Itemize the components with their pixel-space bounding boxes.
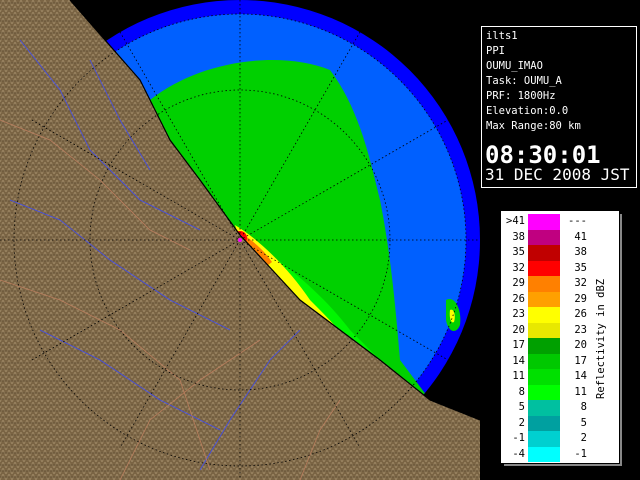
legend-row: 17 20 (501, 338, 601, 354)
legend-high-value: 2 (580, 432, 587, 444)
side-panel: ilts1 PPI OUMU_IMAO Task: OUMU_A PRF: 18… (480, 0, 640, 480)
legend-row: 23 26 (501, 307, 601, 323)
legend-low-value: 23 (512, 308, 525, 320)
legend-row: 20 23 (501, 322, 601, 338)
legend-high-value: 38 (574, 246, 587, 258)
scan-date: 31 DEC 2008 JST (485, 165, 630, 184)
legend-low-value: 17 (512, 339, 525, 351)
legend-high-value: 5 (580, 416, 587, 429)
legend-row: 38 41 (501, 229, 601, 245)
legend-color-swatch (528, 322, 560, 338)
legend-color-swatch (528, 229, 560, 245)
legend-color-swatch (528, 400, 560, 416)
legend-high-value: 41 (574, 230, 587, 243)
reflectivity-legend: >41 --- 38 41 35 38 32 35 29 32 26 29 23 26 20 23 17 20 14… (500, 210, 620, 464)
legend-color-swatch (528, 291, 560, 307)
legend-low-value: 35 (512, 246, 525, 258)
scan-info-box: ilts1 PPI OUMU_IMAO Task: OUMU_A PRF: 18… (481, 26, 637, 188)
radar-site-marker (238, 238, 242, 242)
legend-low-value: 20 (512, 323, 525, 336)
legend-row: -1 2 (501, 431, 601, 447)
max-range-value: Max Range:80 km (486, 120, 581, 132)
legend-title: Reflectivity in dBZ (593, 271, 609, 411)
legend-row: >41 --- (501, 214, 601, 230)
legend-low-value: 5 (518, 401, 525, 413)
legend-high-value: 32 (574, 277, 587, 289)
legend-color-swatch (528, 338, 560, 354)
legend-row: 26 29 (501, 291, 601, 307)
legend-high-value: 35 (574, 261, 587, 274)
task-name: Task: OUMU_A (486, 75, 562, 87)
legend-color-swatch (528, 415, 560, 431)
legend-color-swatch (528, 369, 560, 385)
legend-row: 14 17 (501, 353, 601, 369)
legend-low-value: 8 (518, 385, 525, 398)
legend-row: 58 (501, 400, 601, 416)
legend-high-value: 8 (580, 401, 587, 413)
legend-color-swatch (528, 276, 560, 292)
legend-low-value: -4 (512, 447, 525, 460)
legend-high-value: --- (568, 215, 587, 227)
legend-color-swatch (528, 245, 560, 261)
legend-high-value: 11 (574, 385, 587, 398)
legend-low-value: 29 (512, 277, 525, 289)
legend-color-swatch (528, 431, 560, 447)
legend-color-swatch (528, 307, 560, 323)
site-name: OUMU_IMAO (486, 60, 543, 72)
legend-high-value: 14 (574, 370, 587, 382)
legend-row: -4 -1 (501, 446, 601, 462)
legend-row: 25 (501, 415, 601, 431)
legend-row: 29 32 (501, 276, 601, 292)
legend-high-value: -1 (574, 447, 587, 460)
legend-low-value: 38 (512, 230, 525, 243)
legend-row: 11 14 (501, 369, 601, 385)
legend-high-value: 23 (574, 323, 587, 336)
legend-row: 32 35 (501, 260, 601, 276)
legend-low-value: 32 (512, 261, 525, 274)
legend-row: 8 11 (501, 384, 601, 400)
legend-title-text: Reflectivity in dBZ (595, 278, 607, 399)
legend-low-value: >41 (506, 215, 525, 227)
legend-high-value: 26 (574, 308, 587, 320)
legend-color-swatch (528, 353, 560, 369)
prf-value: PRF: 1800Hz (486, 90, 556, 102)
legend-low-value: 26 (512, 292, 525, 305)
radar-name: ilts1 (486, 30, 518, 42)
legend-color-swatch (528, 384, 560, 400)
legend-low-value: 14 (512, 354, 525, 367)
legend-low-value: -1 (512, 432, 525, 444)
scan-type: PPI (486, 45, 505, 57)
legend-high-value: 17 (574, 354, 587, 367)
legend-color-swatch (528, 446, 560, 462)
legend-color-swatch (528, 214, 560, 230)
legend-low-value: 11 (512, 370, 525, 382)
legend-high-value: 20 (574, 339, 587, 351)
elevation-value: Elevation:0.0 (486, 105, 569, 117)
legend-high-value: 29 (574, 292, 587, 305)
legend-low-value: 2 (518, 416, 525, 429)
legend-color-swatch (528, 260, 560, 276)
legend-row: 35 38 (501, 245, 601, 261)
radar-ppi-map[interactable] (0, 0, 480, 480)
